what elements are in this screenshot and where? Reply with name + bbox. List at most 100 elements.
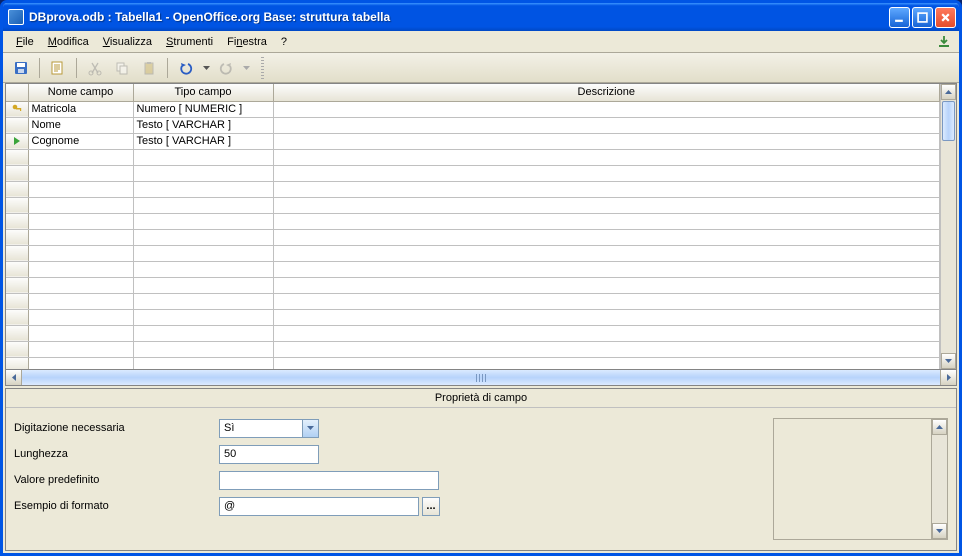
table-row[interactable] (6, 149, 956, 165)
cell-type[interactable] (133, 357, 273, 369)
cell-name[interactable] (28, 229, 133, 245)
save-button[interactable] (9, 56, 33, 80)
cell-type[interactable] (133, 181, 273, 197)
cell-name[interactable]: Matricola (28, 101, 133, 117)
cell-type[interactable] (133, 293, 273, 309)
undo-button[interactable] (174, 56, 198, 80)
cell-desc[interactable] (273, 181, 940, 197)
redo-dropdown[interactable] (241, 66, 251, 70)
table-row[interactable] (6, 309, 956, 325)
col-header-type[interactable]: Tipo campo (133, 84, 273, 101)
download-icon[interactable] (935, 33, 953, 51)
default-input[interactable] (219, 471, 439, 490)
cell-type[interactable]: Numero [ NUMERIC ] (133, 101, 273, 117)
menu-modifica[interactable]: Modifica (41, 34, 96, 50)
cell-desc[interactable] (273, 133, 940, 149)
cell-type[interactable] (133, 213, 273, 229)
row-header[interactable] (6, 277, 28, 293)
row-header[interactable] (6, 213, 28, 229)
rowhead-corner[interactable] (6, 84, 28, 101)
cell-name[interactable] (28, 325, 133, 341)
cell-type[interactable] (133, 309, 273, 325)
cell-desc[interactable] (273, 357, 940, 369)
cell-name[interactable]: Nome (28, 117, 133, 133)
table-row[interactable]: CognomeTesto [ VARCHAR ] (6, 133, 956, 149)
cell-name[interactable] (28, 341, 133, 357)
cell-desc[interactable] (273, 149, 940, 165)
menu-visualizza[interactable]: Visualizza (96, 34, 159, 50)
col-header-desc[interactable]: Descrizione (273, 84, 940, 101)
table-row[interactable] (6, 277, 956, 293)
row-header[interactable] (6, 117, 28, 133)
scroll-down-icon[interactable] (932, 523, 947, 539)
cell-name[interactable] (28, 293, 133, 309)
table-row[interactable] (6, 181, 956, 197)
current-row-icon[interactable] (6, 133, 28, 149)
row-header[interactable] (6, 357, 28, 369)
undo-dropdown[interactable] (201, 66, 211, 70)
cell-desc[interactable] (273, 101, 940, 117)
key-icon[interactable] (6, 101, 28, 117)
row-header[interactable] (6, 325, 28, 341)
cell-name[interactable] (28, 149, 133, 165)
format-input[interactable] (219, 497, 419, 516)
row-header[interactable] (6, 181, 28, 197)
table-row[interactable] (6, 357, 956, 369)
row-header[interactable] (6, 245, 28, 261)
row-header[interactable] (6, 229, 28, 245)
edit-button[interactable] (46, 56, 70, 80)
cell-type[interactable] (133, 245, 273, 261)
row-header[interactable] (6, 261, 28, 277)
row-header[interactable] (6, 165, 28, 181)
cell-name[interactable] (28, 181, 133, 197)
row-header[interactable] (6, 341, 28, 357)
cell-type[interactable] (133, 229, 273, 245)
row-header[interactable] (6, 309, 28, 325)
cell-desc[interactable] (273, 245, 940, 261)
cell-name[interactable] (28, 309, 133, 325)
cell-name[interactable] (28, 261, 133, 277)
cell-desc[interactable] (273, 325, 940, 341)
menu-help[interactable]: ? (274, 34, 294, 50)
row-header[interactable] (6, 149, 28, 165)
table-row[interactable] (6, 293, 956, 309)
col-header-name[interactable]: Nome campo (28, 84, 133, 101)
cell-desc[interactable] (273, 229, 940, 245)
table-row[interactable] (6, 165, 956, 181)
cell-name[interactable] (28, 357, 133, 369)
cell-type[interactable] (133, 277, 273, 293)
maximize-button[interactable] (912, 7, 933, 28)
cell-type[interactable] (133, 165, 273, 181)
cell-desc[interactable] (273, 309, 940, 325)
close-button[interactable] (935, 7, 956, 28)
cell-name[interactable] (28, 165, 133, 181)
cell-desc[interactable] (273, 197, 940, 213)
length-input[interactable] (219, 445, 319, 464)
cell-desc[interactable] (273, 165, 940, 181)
table-row[interactable] (6, 197, 956, 213)
cell-name[interactable] (28, 277, 133, 293)
cell-type[interactable] (133, 325, 273, 341)
scroll-thumb[interactable] (942, 101, 955, 141)
scroll-up-icon[interactable] (941, 84, 956, 100)
format-more-button[interactable]: ... (422, 497, 440, 516)
scroll-down-icon[interactable] (941, 353, 956, 369)
cell-type[interactable] (133, 261, 273, 277)
cell-name[interactable] (28, 197, 133, 213)
cell-type[interactable] (133, 149, 273, 165)
chevron-down-icon[interactable] (302, 420, 318, 437)
horizontal-scrollbar[interactable] (5, 370, 957, 386)
cell-desc[interactable] (273, 341, 940, 357)
cell-desc[interactable] (273, 213, 940, 229)
cell-desc[interactable] (273, 293, 940, 309)
minimize-button[interactable] (889, 7, 910, 28)
table-row[interactable] (6, 245, 956, 261)
cell-desc[interactable] (273, 277, 940, 293)
table-row[interactable]: NomeTesto [ VARCHAR ] (6, 117, 956, 133)
help-scrollbar[interactable] (931, 419, 947, 539)
cell-type[interactable] (133, 197, 273, 213)
titlebar[interactable]: DBprova.odb : Tabella1 - OpenOffice.org … (3, 3, 959, 31)
cell-type[interactable]: Testo [ VARCHAR ] (133, 117, 273, 133)
cell-type[interactable]: Testo [ VARCHAR ] (133, 133, 273, 149)
table-row[interactable] (6, 213, 956, 229)
